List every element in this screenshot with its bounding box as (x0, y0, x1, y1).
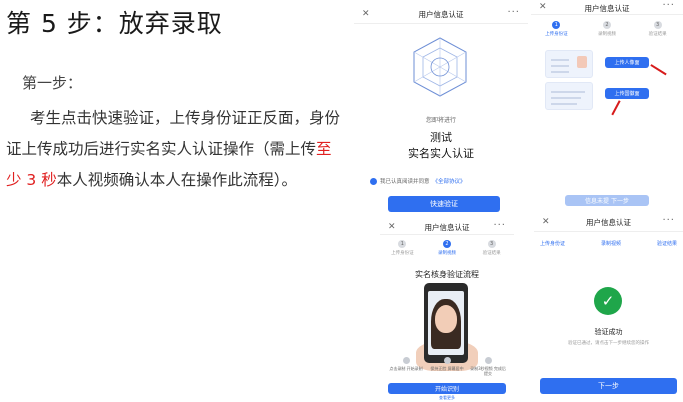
step-label: 第一步： (22, 74, 83, 92)
flow-title: 实名核身验证流程 (415, 270, 479, 279)
step-tabs: 上传身份证 录制视频 验证结果 (540, 240, 677, 247)
close-icon[interactable]: ✕ (388, 222, 396, 232)
auth-title-line2: 实名实人认证 (408, 147, 474, 160)
screenshot-verify-success: ✕ 用户信息认证 ··· 上传身份证 录制视频 验证结果 ✓ 验证成功 验证已通… (534, 214, 683, 402)
close-icon[interactable]: ✕ (542, 217, 550, 227)
screen-title: 用户信息认证 (424, 223, 470, 232)
instruction-paragraph: 考生点击快速验证，上传身份证正反面，身份证上传成功后进行实名实人认证操作（需上传… (6, 103, 346, 196)
tab-record-video: 录制视频 (600, 241, 621, 247)
upload-back-button[interactable]: 上传国徽面 (605, 88, 649, 99)
success-title: 验证成功 (594, 328, 623, 336)
agreement-link[interactable]: 《全部协议》 (433, 177, 466, 185)
screenshot-record-video: ✕ 用户信息认证 ··· 1 上传身份证 2 录制视频 3 验证结果 实名核身验证流程… (380, 221, 514, 402)
step-record-video: 2 录制视频 (597, 21, 616, 37)
title-bar: ✕ 用户信息认证 ··· (531, 2, 683, 15)
about-text: 您即将进行 (425, 117, 456, 124)
title-bar: ✕ 用户信息认证 ··· (534, 214, 683, 232)
screen-title: 用户信息认证 (586, 218, 631, 227)
page-heading: 第 5 步：放弃录取 (6, 9, 223, 38)
more-icon[interactable]: ··· (493, 221, 506, 231)
face-scan-polygon-icon (413, 37, 467, 97)
red-arrow-icon (611, 100, 621, 116)
step-record-video: 2 录制视频 (437, 240, 456, 256)
tab-result: 验证结果 (656, 241, 677, 247)
red-arrow-icon (650, 64, 667, 75)
flow-step-icon (443, 357, 451, 364)
flow-step: 保持正脸 屏幕居中 (429, 357, 465, 376)
agreement-row[interactable]: 我已认真阅读并同意 《全部协议》 (370, 177, 466, 185)
step-upload-id: 1 上传身份证 (545, 21, 568, 37)
phone-image (424, 283, 468, 363)
auth-title-line1: 测试 (430, 131, 452, 144)
id-card-front-image (545, 50, 593, 78)
start-recognition-button[interactable]: 开始识别 (388, 383, 506, 394)
screen-title: 用户信息认证 (418, 10, 464, 19)
flow-steps: 点击录制 开始录制 保持正脸 屏幕居中 录制3秒视频 完成后提交 (388, 357, 506, 376)
instruction-text-2: 本人视频确认本人在操作此流程）。 (56, 171, 297, 189)
selfie-preview-image (428, 291, 464, 355)
tab-upload-id: 上传身份证 (540, 241, 566, 247)
success-subtitle: 验证已通过，请点击下一步继续您的操作 (568, 341, 649, 346)
upload-front-button[interactable]: 上传人像面 (605, 57, 649, 68)
step-result: 3 验证结果 (648, 21, 667, 37)
close-icon[interactable]: ✕ (362, 9, 370, 19)
title-bar: ✕ 用户信息认证 ··· (380, 221, 514, 235)
flow-step-icon (402, 357, 410, 364)
step-upload-id: 1 上传身份证 (391, 240, 414, 256)
screenshot-upload-id: ✕ 用户信息认证 ··· 1 上传身份证 2 录制视频 3 验证结果 上传人像面 上传… (531, 2, 683, 208)
check-circle-icon: ✓ (594, 287, 622, 315)
id-card-back-image (545, 82, 593, 110)
more-icon[interactable]: ··· (662, 2, 675, 11)
flow-step: 录制3秒视频 完成后提交 (470, 357, 506, 376)
instruction-text-1: 考生点击快速验证，上传身份证正反面，身份证上传成功后进行实名实人认证操作（需上传 (6, 109, 341, 158)
next-step-button[interactable]: 信息未提 下一步 (565, 195, 649, 206)
next-step-button[interactable]: 下一步 (540, 378, 677, 394)
step-indicator: 1 上传身份证 2 录制视频 3 验证结果 (531, 21, 683, 37)
quick-verify-button[interactable]: 快速验证 (388, 196, 500, 212)
flow-step-icon (484, 357, 492, 364)
step-indicator: 1 上传身份证 2 录制视频 3 验证结果 (380, 240, 514, 256)
more-icon[interactable]: ··· (507, 7, 520, 18)
screenshot-auth-start: ✕ 用户信息认证 ··· 您即将进行 测试 实名实人认证 我已认真阅读并同意 《… (354, 6, 528, 218)
agree-checkbox-icon[interactable] (370, 177, 377, 185)
screen-title: 用户信息认证 (584, 3, 630, 13)
agree-text: 我已认真阅读并同意 (380, 179, 430, 185)
title-bar: ✕ 用户信息认证 ··· (354, 6, 528, 24)
step-result: 3 验证结果 (482, 240, 501, 256)
close-icon[interactable]: ✕ (539, 2, 547, 12)
flow-step: 点击录制 开始录制 (388, 357, 424, 376)
more-link[interactable]: 查看更多 (380, 395, 514, 401)
more-icon[interactable]: ··· (662, 215, 675, 226)
